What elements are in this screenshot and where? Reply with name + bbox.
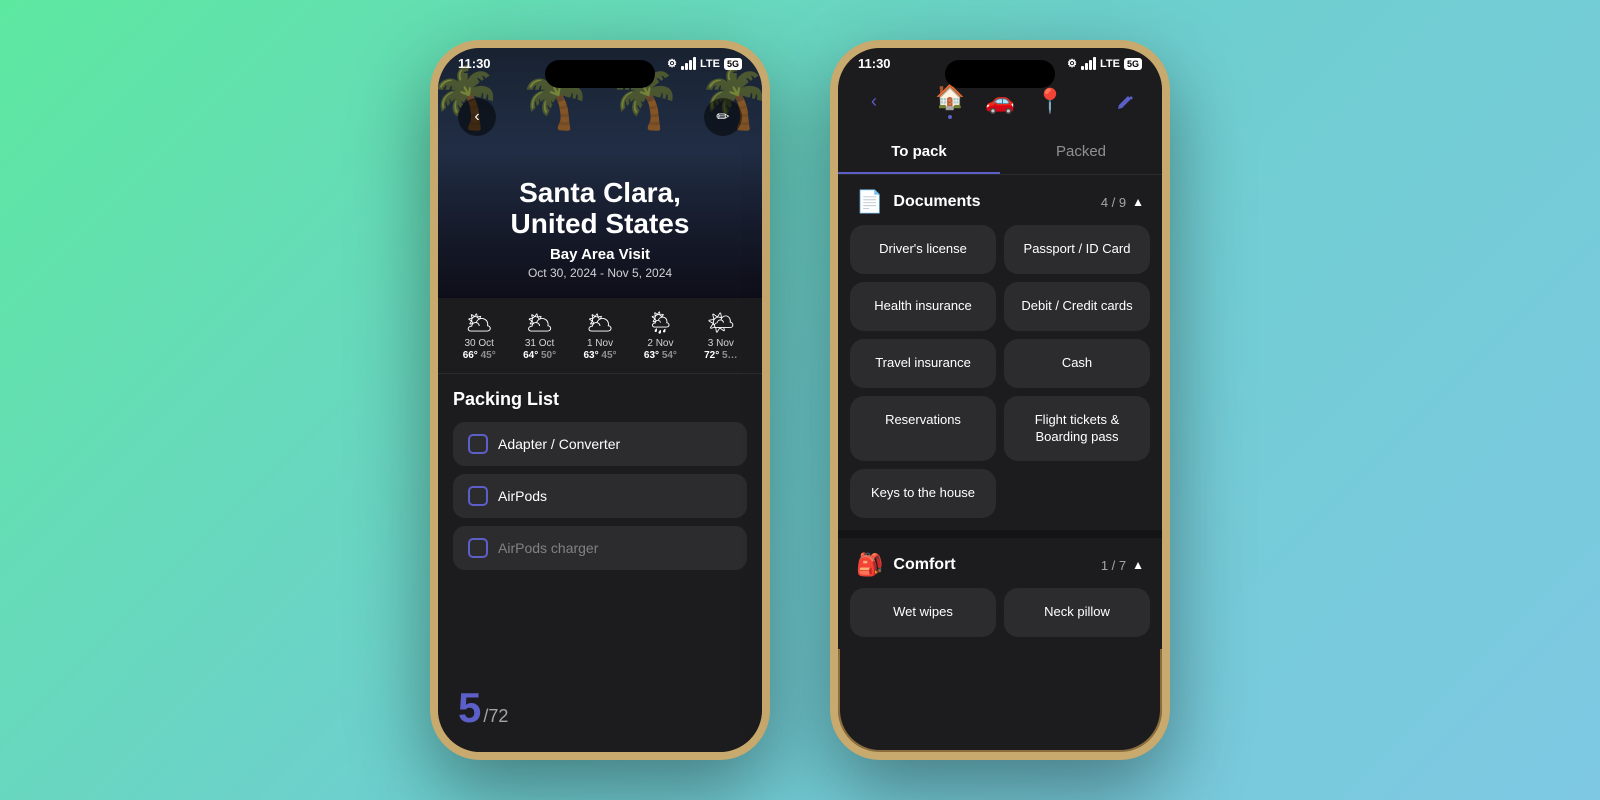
packing-item-label-2: AirPods charger [498,540,598,556]
documents-category-name: Documents [893,193,980,211]
comfort-items-grid: Wet wipes Neck pillow [838,588,1162,649]
status-time-2: 11:30 [858,56,891,71]
checkbox-2[interactable] [468,538,488,558]
status-right-2: ⚙ LTE 5G [1067,57,1142,70]
documents-icon: 📄 [856,189,883,215]
edit-button-2[interactable] [1110,85,1142,117]
item-keys[interactable]: Keys to the house [850,469,996,518]
hero-trip-name: Bay Area Visit [438,246,762,263]
item-reservations[interactable]: Reservations [850,396,996,462]
weather-day-3: 🌦 2 Nov 63° 54° [634,310,686,361]
documents-count: 4 / 9 ▲ [1101,195,1144,210]
signal-bars-1 [681,57,696,70]
counter-number: 5 [458,684,481,732]
item-passport[interactable]: Passport / ID Card [1004,225,1150,274]
status-time-1: 11:30 [458,56,491,71]
comfort-category-header[interactable]: 🎒 Comfort 1 / 7 ▲ [838,538,1162,588]
network-badge-1: 5G [724,58,742,70]
item-debit-cards[interactable]: Debit / Credit cards [1004,282,1150,331]
item-travel-insurance[interactable]: Travel insurance [850,339,996,388]
dynamic-island-1 [545,60,655,88]
comfort-count: 1 / 7 ▲ [1101,558,1144,573]
network-badge-2: 5G [1124,58,1142,70]
nav-location[interactable]: 📍 [1035,87,1065,116]
signal-bars-2 [1081,57,1096,70]
back-button-1[interactable]: ‹ [458,98,496,136]
item-drivers-license[interactable]: Driver's license [850,225,996,274]
phone-1: 🌴 🌴 🌴 🌴 11:30 ⚙ LTE 5G [430,40,770,760]
item-empty-placeholder [1004,469,1150,518]
checkbox-1[interactable] [468,486,488,506]
item-neck-pillow[interactable]: Neck pillow [1004,588,1150,637]
documents-category-left: 📄 Documents [856,189,981,215]
lte-label-1: LTE [700,58,720,70]
tab-to-pack[interactable]: To pack [838,131,1000,174]
hero-dates: Oct 30, 2024 - Nov 5, 2024 [438,266,762,280]
comfort-category-name: Comfort [893,556,955,574]
settings-icon-2: ⚙ [1067,57,1077,70]
tab-packed[interactable]: Packed [1000,131,1162,174]
weather-day-1: 🌥 31 Oct 64° 50° [513,310,565,361]
packing-item-label-0: Adapter / Converter [498,436,620,452]
weather-day-4: 🌤 3 Nov 72° 5… [695,310,747,361]
documents-chevron: ▲ [1132,195,1144,209]
nav-home[interactable]: 🏠 [935,83,965,119]
phones-container: 🌴 🌴 🌴 🌴 11:30 ⚙ LTE 5G [430,40,1170,760]
item-wet-wipes[interactable]: Wet wipes [850,588,996,637]
dynamic-island-2 [945,60,1055,88]
weather-strip: 🌥 30 Oct 66° 45° 🌥 31 Oct 64° 50° 🌥 1 No… [438,298,762,374]
edit-button-1[interactable]: ✏ [704,98,742,136]
item-flight-tickets[interactable]: Flight tickets & Boarding pass [1004,396,1150,462]
section-divider [838,530,1162,538]
hero-content: Santa Clara, United States Bay Area Visi… [438,178,762,280]
settings-icon-1: ⚙ [667,57,677,70]
packing-item-label-1: AirPods [498,488,547,504]
packing-item-2[interactable]: AirPods charger [453,526,747,570]
packing-title: Packing List [453,389,747,410]
comfort-category-left: 🎒 Comfort [856,552,956,578]
documents-category-header[interactable]: 📄 Documents 4 / 9 ▲ [838,175,1162,225]
tab-bar: To pack Packed [838,131,1162,175]
documents-items-grid: Driver's license Passport / ID Card Heal… [838,225,1162,530]
phone-2: 11:30 ⚙ LTE 5G ‹ 🏠 [830,40,1170,760]
active-dot [948,115,952,119]
counter-total: /72 [483,706,508,727]
nav-buttons-1: ‹ ✏ [438,98,762,136]
item-cash[interactable]: Cash [1004,339,1150,388]
hero-city: Santa Clara, United States [438,178,762,240]
back-button-2[interactable]: ‹ [858,85,890,117]
weather-day-2: 🌥 1 Nov 63° 45° [574,310,626,361]
comfort-chevron: ▲ [1132,558,1144,572]
checkbox-0[interactable] [468,434,488,454]
packing-item-1[interactable]: AirPods [453,474,747,518]
packing-item-0[interactable]: Adapter / Converter [453,422,747,466]
content-area-1: 🌥 30 Oct 66° 45° 🌥 31 Oct 64° 50° 🌥 1 No… [438,298,762,752]
status-right-1: ⚙ LTE 5G [667,57,742,70]
packing-counter: 5 /72 [458,684,508,732]
lte-label-2: LTE [1100,58,1120,70]
weather-day-0: 🌥 30 Oct 66° 45° [453,310,505,361]
item-health-insurance[interactable]: Health insurance [850,282,996,331]
nav-car[interactable]: 🚗 [985,87,1015,116]
comfort-icon: 🎒 [856,552,883,578]
phone2-content[interactable]: 📄 Documents 4 / 9 ▲ Driver's license Pas… [838,175,1162,714]
packing-section: Packing List Adapter / Converter AirPods… [438,374,762,593]
header-icons-center: 🏠 🚗 📍 [935,83,1065,119]
